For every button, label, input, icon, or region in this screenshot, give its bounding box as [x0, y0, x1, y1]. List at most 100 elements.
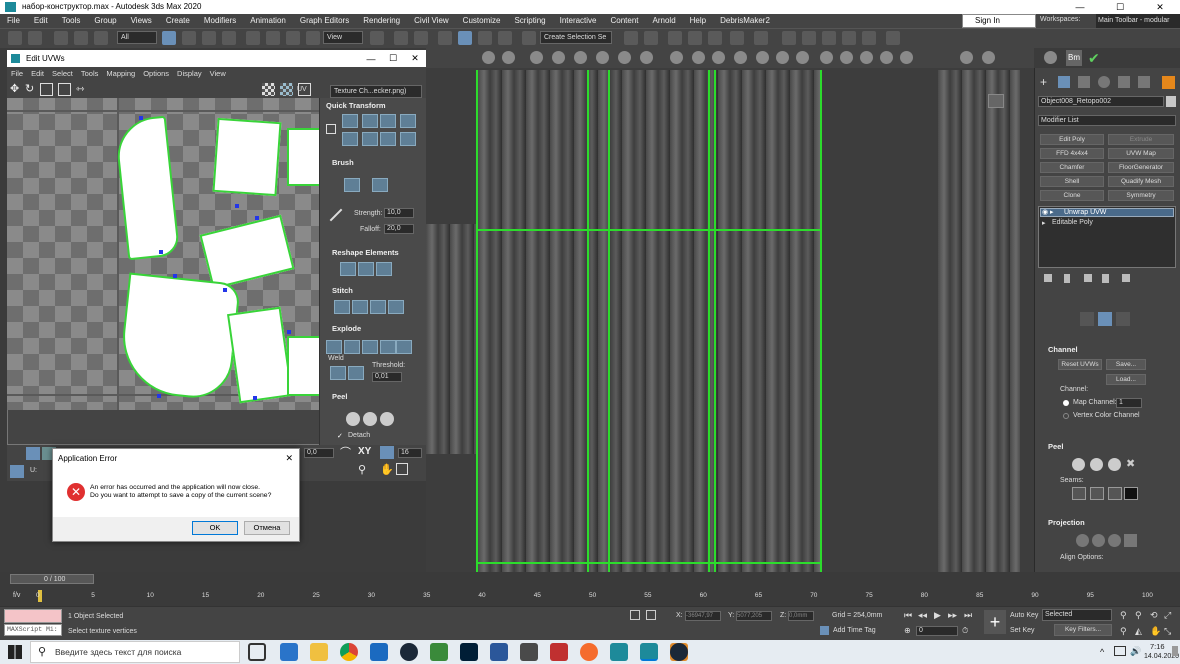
- explorer-icon[interactable]: [310, 643, 328, 661]
- edit-uvws-minimize-button[interactable]: —: [360, 54, 382, 64]
- uv-vertex[interactable]: [255, 216, 259, 220]
- peel-mode-icon[interactable]: [363, 412, 377, 426]
- loop-to-seam-icon[interactable]: [1108, 487, 1122, 500]
- strength-spinner[interactable]: 10,0: [384, 208, 414, 218]
- render-production-icon[interactable]: [842, 31, 856, 45]
- shell-button[interactable]: Shell: [1040, 176, 1104, 187]
- threshold-spinner[interactable]: 0,01: [372, 372, 402, 382]
- uv-island[interactable]: [287, 336, 319, 396]
- selected-dropdown[interactable]: Selected: [1042, 609, 1112, 621]
- uv-vertex[interactable]: [159, 250, 163, 254]
- explode-to-material-icon[interactable]: [380, 340, 396, 354]
- distribute-icon[interactable]: [362, 132, 378, 146]
- move-uv-icon[interactable]: ✥: [10, 83, 23, 96]
- chrome-icon[interactable]: [340, 643, 358, 661]
- move-icon[interactable]: [246, 31, 260, 45]
- curve-editor-icon[interactable]: [730, 31, 744, 45]
- spinner-snap-icon[interactable]: [498, 31, 512, 45]
- named-selection-dropdown[interactable]: Create Selection Se: [540, 31, 612, 44]
- create-tab-icon[interactable]: +: [1040, 76, 1052, 88]
- window-crossing-icon[interactable]: [222, 31, 236, 45]
- uv-island[interactable]: [113, 115, 181, 261]
- steam-2-icon[interactable]: [670, 643, 688, 661]
- pivot-icon[interactable]: [326, 124, 336, 134]
- uv-spinner[interactable]: 0,0: [304, 448, 334, 458]
- menu-debrismaker[interactable]: DebrisMaker2: [713, 14, 777, 28]
- clone-button[interactable]: Clone: [1040, 190, 1104, 201]
- pin-cmd-icon[interactable]: ✖: [1126, 458, 1139, 471]
- rotate-neg90-icon[interactable]: [380, 132, 396, 146]
- walk-through-icon[interactable]: ⤡: [1164, 626, 1171, 637]
- uv-vertex[interactable]: [287, 330, 291, 334]
- uvw-menu-edit[interactable]: Edit: [27, 67, 48, 80]
- grid-size-spinner[interactable]: 16: [398, 448, 422, 458]
- app-red-icon[interactable]: [550, 643, 568, 661]
- z-coordinate-field[interactable]: 0,0mm: [788, 611, 814, 621]
- eye-icon[interactable]: ◉ ▸: [1042, 208, 1054, 216]
- uv-vertex[interactable]: [173, 274, 177, 278]
- play-icon[interactable]: ▶: [934, 610, 941, 621]
- menu-civil-view[interactable]: Civil View: [407, 14, 456, 28]
- pin-stack-icon[interactable]: [1044, 274, 1052, 282]
- box-icon[interactable]: [618, 51, 631, 64]
- chamfer-button[interactable]: Chamfer: [1040, 162, 1104, 173]
- absolute-mode-icon[interactable]: [646, 610, 656, 620]
- maximize-viewport-icon[interactable]: ⤢: [1164, 610, 1171, 621]
- network-icon[interactable]: [1114, 646, 1126, 656]
- stack-item-unwrap-uvw[interactable]: [1040, 208, 1174, 217]
- uvw-menu-file[interactable]: File: [7, 67, 27, 80]
- relax-icon[interactable]: [358, 262, 374, 276]
- system-icon[interactable]: [880, 51, 893, 64]
- quadify-mesh-button[interactable]: Quadify Mesh: [1108, 176, 1174, 187]
- peel-mode-cmd-icon[interactable]: [1090, 458, 1103, 471]
- selection-lock-icon[interactable]: [630, 610, 640, 620]
- uv-vertex[interactable]: [223, 288, 227, 292]
- render-viewport-icon[interactable]: [982, 51, 995, 64]
- point-to-point-seam-icon[interactable]: [1072, 487, 1086, 500]
- minimize-button[interactable]: —: [1060, 0, 1100, 14]
- x-coordinate-field[interactable]: -36947,97: [685, 611, 721, 621]
- disc-icon[interactable]: [670, 51, 683, 64]
- make-unique-icon[interactable]: [1084, 274, 1092, 282]
- uv-vertex[interactable]: [253, 396, 257, 400]
- utilities-tab-icon[interactable]: [1138, 76, 1150, 88]
- expand-seam-icon[interactable]: [1124, 487, 1138, 500]
- key-filters-button[interactable]: Key Filters...: [1054, 624, 1112, 636]
- toggle-ribbon-icon[interactable]: [708, 31, 722, 45]
- snaps-toggle-icon[interactable]: [438, 31, 452, 45]
- uvw-menu-select[interactable]: Select: [48, 67, 77, 80]
- stitch-custom-icon[interactable]: [388, 300, 404, 314]
- edit-uvws-maximize-button[interactable]: ☐: [382, 53, 404, 64]
- track-bar-icon[interactable]: f/v: [13, 592, 20, 599]
- ok-button[interactable]: OK: [192, 521, 238, 535]
- rendered-frame-window-icon[interactable]: [822, 31, 836, 45]
- 3dsmax-active-icon[interactable]: [640, 643, 658, 661]
- menu-animation[interactable]: Animation: [243, 14, 293, 28]
- sphere-icon[interactable]: [596, 51, 609, 64]
- go-to-end-icon[interactable]: ⏭: [964, 610, 972, 621]
- planar-map-icon[interactable]: [1076, 534, 1089, 547]
- arnold-tab-icon[interactable]: [1162, 76, 1175, 89]
- pan-view-icon[interactable]: ✋: [1150, 626, 1161, 637]
- map-channel-spinner[interactable]: 1: [1116, 398, 1142, 408]
- cone-icon[interactable]: [712, 51, 725, 64]
- menu-file[interactable]: File: [0, 14, 27, 28]
- orbit-icon[interactable]: ⟲: [1150, 610, 1158, 621]
- rotate-icon[interactable]: [266, 31, 280, 45]
- uv-island[interactable]: [287, 128, 319, 186]
- explode-to-smoothing-icon[interactable]: [362, 340, 378, 354]
- menu-modifiers[interactable]: Modifiers: [197, 14, 243, 28]
- motion-tab-icon[interactable]: [1098, 76, 1110, 88]
- box-map-icon[interactable]: [1124, 534, 1137, 547]
- start-button[interactable]: [8, 645, 22, 659]
- map-channel-radio[interactable]: [1063, 400, 1069, 406]
- bm-icon[interactable]: Bm: [1066, 50, 1082, 66]
- curtain-mesh-selected[interactable]: [476, 70, 822, 572]
- edge-to-seam-icon[interactable]: [1090, 487, 1104, 500]
- space-icon[interactable]: [362, 114, 378, 128]
- load-button[interactable]: Load...: [1106, 374, 1146, 385]
- reference-coordinate-dropdown[interactable]: View: [323, 31, 363, 44]
- edit-named-selection-icon[interactable]: [522, 31, 536, 45]
- word-icon[interactable]: [490, 643, 508, 661]
- edit-uvws-close-button[interactable]: ✕: [404, 53, 426, 64]
